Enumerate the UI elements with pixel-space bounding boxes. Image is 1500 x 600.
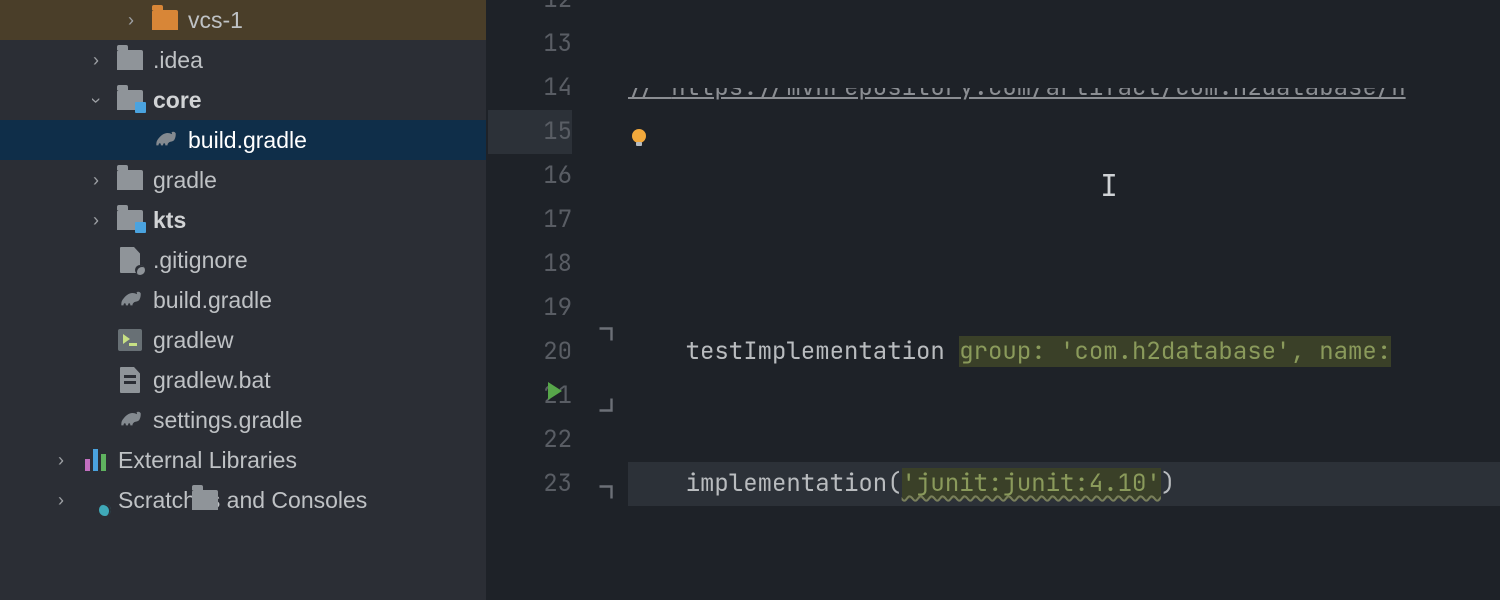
text-file-icon [117, 367, 143, 393]
fold-open-icon[interactable] [598, 383, 613, 398]
module-icon [117, 207, 143, 233]
chevron-right-icon: › [85, 50, 107, 71]
tree-label: kts [153, 207, 186, 234]
shell-icon [117, 327, 143, 353]
chevron-right-icon: › [85, 210, 107, 231]
tree-label: .idea [153, 47, 203, 74]
tree-label: gradle [153, 167, 217, 194]
editor-code-area[interactable]: // https://mvnrepository.com/artifact/co… [628, 0, 1500, 600]
code-line[interactable]: // https://mvnrepository.com/artifact/co… [628, 88, 1500, 110]
libraries-icon [82, 447, 108, 473]
tree-label: build.gradle [188, 127, 307, 154]
code-line[interactable]: testImplementation group: 'com.h2databas… [628, 330, 1500, 374]
tree-label: gradlew [153, 327, 234, 354]
tree-label: vcs-1 [188, 7, 243, 34]
line-number[interactable]: 22 [488, 418, 572, 462]
tree-label: build.gradle [153, 287, 272, 314]
tree-item-core[interactable]: › core [0, 80, 486, 120]
code-line[interactable]: implementation('junit:junit:4.10') [628, 462, 1500, 506]
line-number[interactable]: 16 [488, 154, 572, 198]
gitignore-icon [117, 247, 143, 273]
line-number[interactable]: 18 [488, 242, 572, 286]
line-number[interactable]: 17 [488, 198, 572, 242]
line-number[interactable]: 12 [488, 0, 572, 22]
tree-item-gitignore[interactable]: › .gitignore [0, 240, 486, 280]
code-editor[interactable]: 12 13 14 15 16 17 18 19 20 21 22 23 // h… [488, 0, 1500, 600]
code-line[interactable] [628, 594, 1500, 600]
line-number[interactable]: 14 [488, 66, 572, 110]
chevron-right-icon: › [50, 450, 72, 471]
line-number[interactable]: 15 [488, 110, 572, 154]
line-number[interactable]: 19 [488, 286, 572, 330]
tree-label: External Libraries [118, 447, 297, 474]
editor-gutter[interactable]: 12 13 14 15 16 17 18 19 20 21 22 23 [488, 0, 628, 600]
scratches-icon [82, 487, 108, 513]
fold-close-icon[interactable] [598, 471, 613, 486]
tree-label: settings.gradle [153, 407, 303, 434]
line-number[interactable]: 20 [488, 330, 572, 374]
tree-item-build-gradle[interactable]: › build.gradle [0, 280, 486, 320]
fold-close-icon[interactable] [598, 313, 613, 328]
tree-item-external-libraries[interactable]: › External Libraries [0, 440, 486, 480]
gradle-icon [117, 287, 143, 313]
tree-item-kts[interactable]: › kts [0, 200, 486, 240]
tree-item-vcs-1[interactable]: › vcs-1 [0, 0, 486, 40]
tree-item-core-build-gradle[interactable]: › build.gradle [0, 120, 486, 160]
gradle-icon [152, 127, 178, 153]
tree-label: .gitignore [153, 247, 248, 274]
chevron-right-icon: › [85, 170, 107, 191]
line-number[interactable]: 23 [488, 462, 572, 506]
tree-item-idea[interactable]: › .idea [0, 40, 486, 80]
tree-item-gradlew-bat[interactable]: › gradlew.bat [0, 360, 486, 400]
chevron-down-icon: › [86, 89, 107, 111]
folder-icon [117, 47, 143, 73]
folder-icon [152, 7, 178, 33]
chevron-right-icon: › [50, 490, 72, 511]
intention-bulb-icon[interactable] [628, 120, 650, 142]
tree-label: core [153, 87, 202, 114]
folder-icon [117, 167, 143, 193]
code-line[interactable] [628, 198, 1500, 242]
tree-item-gradle[interactable]: › gradle [0, 160, 486, 200]
module-icon [117, 87, 143, 113]
tree-item-gradlew[interactable]: › gradlew [0, 320, 486, 360]
run-gutter-icon[interactable] [548, 382, 562, 400]
tree-item-settings-gradle[interactable]: › settings.gradle [0, 400, 486, 440]
tree-label: gradlew.bat [153, 367, 271, 394]
line-number[interactable]: 13 [488, 22, 572, 66]
tree-item-scratches[interactable]: › Scratches and Consoles [0, 480, 486, 520]
tree-label: Scratches and Consoles [118, 487, 367, 514]
gradle-icon [117, 407, 143, 433]
chevron-right-icon: › [120, 10, 142, 31]
project-tree[interactable]: › vcs-1 › .idea › core › build.gradle › … [0, 0, 488, 600]
